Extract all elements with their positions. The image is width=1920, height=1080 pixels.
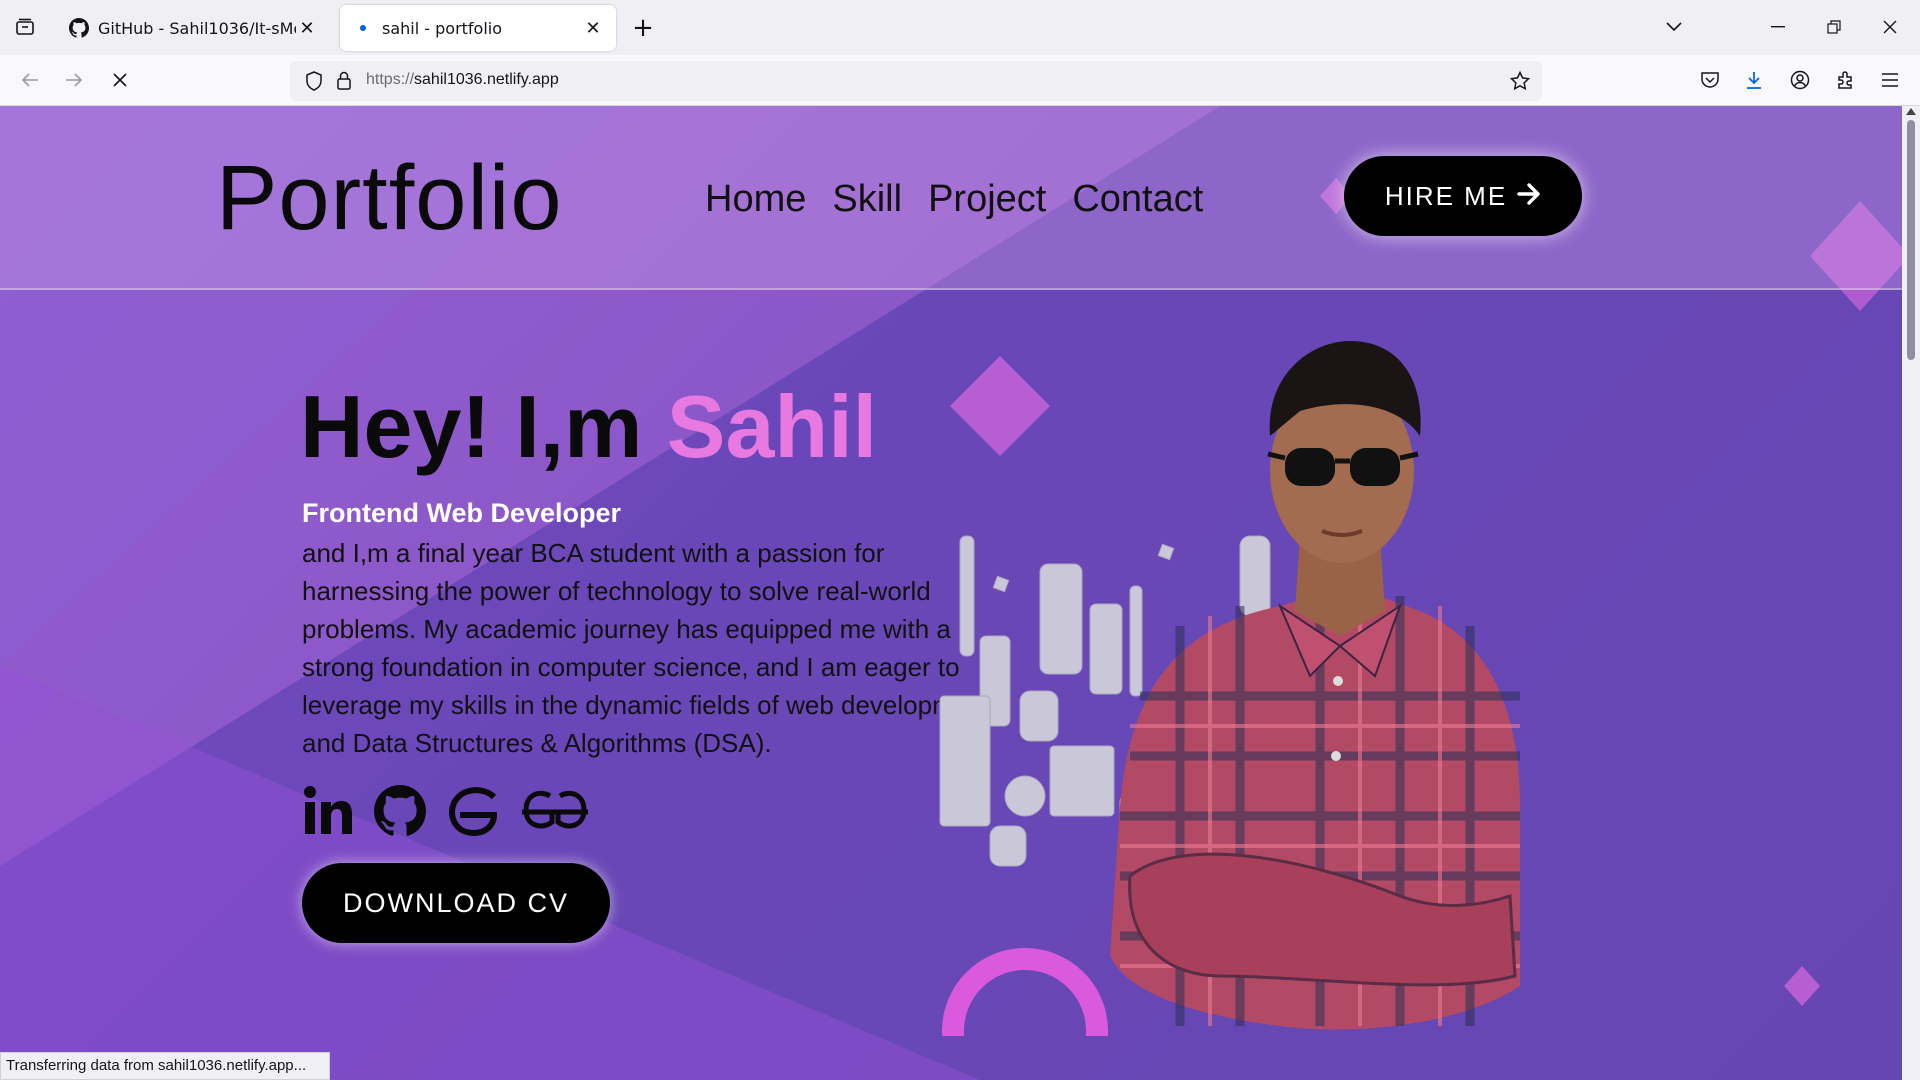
bookmark-star-icon[interactable]	[1504, 65, 1536, 97]
tracking-protection-shield-icon[interactable]	[298, 65, 330, 97]
close-tab-icon[interactable]: ✕	[296, 17, 318, 39]
github-icon	[68, 17, 90, 39]
download-cv-button[interactable]: DOWNLOAD CV	[302, 863, 610, 943]
list-all-tabs-icon[interactable]	[1654, 8, 1694, 46]
hire-me-button[interactable]: HIRE ME	[1344, 156, 1582, 236]
nav-home[interactable]: Home	[705, 178, 806, 221]
tab-list-icon[interactable]	[10, 12, 40, 42]
tab-title: sahil - portfolio	[382, 18, 503, 38]
nav-skill[interactable]: Skill	[832, 178, 902, 221]
nav-project[interactable]: Project	[928, 178, 1046, 221]
new-tab-button[interactable]: +	[628, 13, 658, 43]
scroll-thumb[interactable]	[1907, 120, 1915, 360]
restore-icon[interactable]	[1814, 8, 1854, 46]
close-window-icon[interactable]	[1870, 8, 1910, 46]
role-subtitle: Frontend Web Developer	[302, 498, 622, 528]
site-nav: Home Skill Project Contact	[705, 178, 1203, 221]
menu-hamburger-icon[interactable]	[1874, 64, 1906, 96]
nav-contact[interactable]: Contact	[1072, 178, 1203, 221]
tab-bar: GitHub - Sahil1036/It-sMe ✕ sahil - port…	[0, 0, 1920, 55]
url-host: sahil1036.netlify.app	[414, 71, 559, 88]
hero-title: Hey! I,m Sahil	[300, 376, 877, 478]
hero-name: Sahil	[666, 377, 878, 476]
status-text: Transferring data from sahil1036.netlify…	[0, 1052, 330, 1080]
account-icon[interactable]	[1784, 64, 1816, 96]
profile-photo	[939, 341, 1520, 1036]
stop-loading-icon[interactable]	[104, 64, 136, 96]
url-text[interactable]: https://sahil1036.netlify.app	[366, 71, 559, 89]
url-bar[interactable]: https://sahil1036.netlify.app	[290, 61, 1542, 101]
minimize-icon[interactable]	[1758, 8, 1798, 46]
loading-dot-icon	[352, 17, 374, 39]
arrow-right-icon	[1517, 181, 1541, 212]
tab-portfolio[interactable]: sahil - portfolio ✕	[340, 5, 616, 51]
social-links	[302, 778, 590, 844]
url-scheme: https://	[366, 71, 415, 88]
extensions-icon[interactable]	[1830, 64, 1862, 96]
lock-icon[interactable]	[328, 65, 360, 97]
downloads-icon[interactable]	[1738, 64, 1770, 96]
tab-title: GitHub - Sahil1036/It-sMe	[98, 18, 296, 38]
page-viewport: Portfolio Home Skill Project Contact HIR…	[0, 106, 1902, 1080]
page-scrollbar[interactable]	[1902, 106, 1920, 1080]
scroll-up-arrow-icon[interactable]	[1906, 108, 1916, 115]
greeting-text: Hey! I,m	[300, 377, 643, 476]
pocket-icon[interactable]	[1694, 64, 1726, 96]
geeksforgeeks-icon[interactable]	[446, 778, 500, 844]
back-icon[interactable]	[14, 64, 46, 96]
geeksforgeeks-alt-icon[interactable]	[520, 778, 590, 844]
github-icon[interactable]	[374, 778, 426, 844]
hire-me-label: HIRE ME	[1384, 180, 1508, 211]
forward-icon[interactable]	[58, 64, 90, 96]
close-tab-icon[interactable]: ✕	[582, 17, 604, 39]
navigation-toolbar: https://sahil1036.netlify.app	[0, 55, 1920, 106]
site-logo[interactable]: Portfolio	[216, 146, 563, 251]
linkedin-icon[interactable]	[302, 778, 354, 844]
site-header: Portfolio Home Skill Project Contact HIR…	[0, 106, 1902, 290]
tab-github[interactable]: GitHub - Sahil1036/It-sMe ✕	[56, 5, 330, 51]
